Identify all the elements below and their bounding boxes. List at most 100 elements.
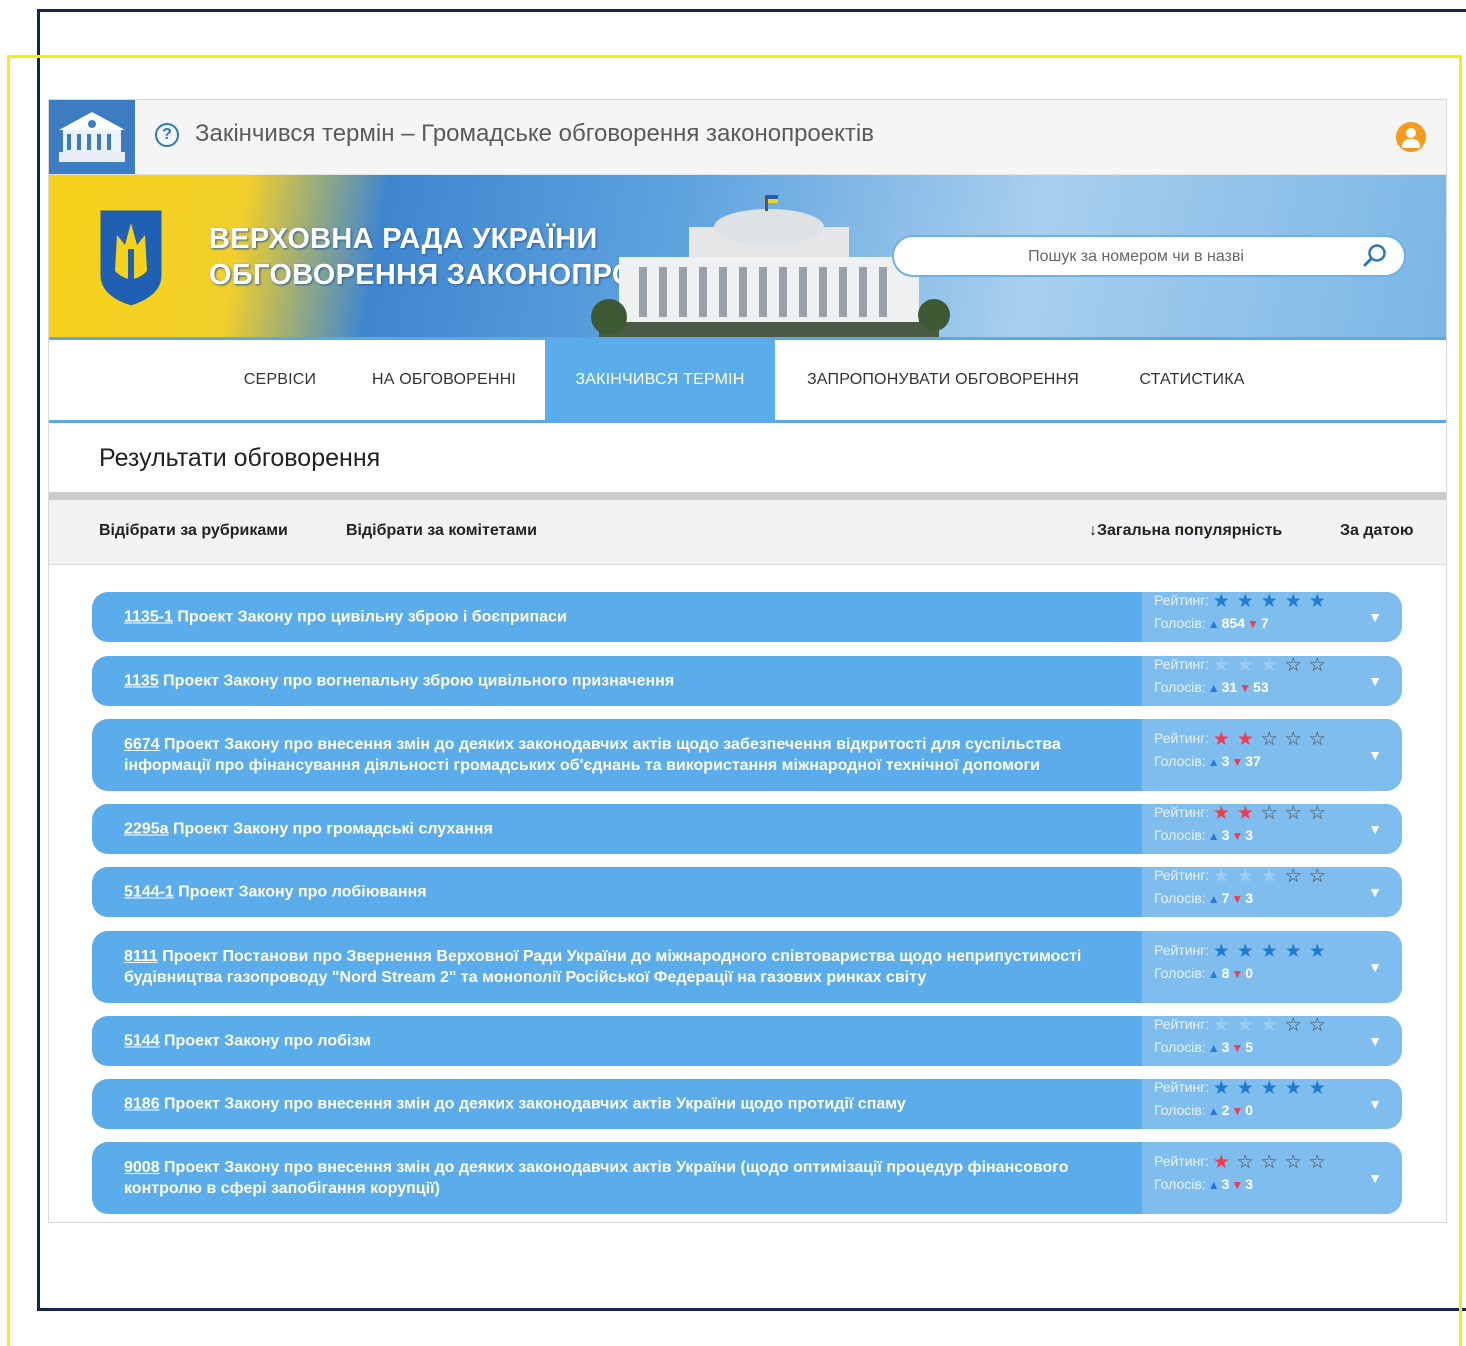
rating-star-icon[interactable]: ★ — [1209, 1016, 1233, 1035]
rating-star-icon[interactable]: ★ — [1209, 867, 1233, 886]
rating-star-icon[interactable]: ★ — [1209, 1153, 1233, 1172]
thumbs-down-icon[interactable]: ▼ — [1231, 1104, 1243, 1118]
expand-caret-icon[interactable]: ▼ — [1368, 747, 1382, 763]
rating-star-icon[interactable]: ★ — [1305, 592, 1329, 611]
bill-number-link[interactable]: 6674 — [124, 736, 160, 753]
bill-number-link[interactable]: 1135 — [124, 673, 159, 690]
thumbs-up-icon[interactable]: ▲ — [1208, 829, 1220, 843]
thumbs-up-icon[interactable]: ▲ — [1208, 1104, 1220, 1118]
rating-star-icon[interactable]: ☆ — [1257, 730, 1281, 749]
bill-number-link[interactable]: 8111 — [124, 948, 158, 965]
thumbs-up-icon[interactable]: ▲ — [1208, 681, 1220, 695]
bill-row[interactable]: 9008 Проект Закону про внесення змін до … — [92, 1142, 1402, 1214]
rating-star-icon[interactable]: ☆ — [1281, 804, 1305, 823]
expand-caret-icon[interactable]: ▼ — [1368, 1096, 1382, 1112]
rating-star-icon[interactable]: ☆ — [1257, 804, 1281, 823]
thumbs-up-icon[interactable]: ▲ — [1208, 892, 1220, 906]
rating-star-icon[interactable]: ★ — [1281, 592, 1305, 611]
thumbs-up-icon[interactable]: ▲ — [1208, 967, 1220, 981]
bill-number-link[interactable]: 1135-1 — [124, 609, 173, 626]
rating-star-icon[interactable]: ★ — [1233, 730, 1257, 749]
thumbs-down-icon[interactable]: ▼ — [1247, 617, 1259, 631]
expand-caret-icon[interactable]: ▼ — [1368, 959, 1382, 975]
rating-star-icon[interactable]: ☆ — [1281, 867, 1305, 886]
bill-row[interactable]: 8111 Проект Постанови про Звернення Верх… — [92, 931, 1402, 1003]
rating-star-icon[interactable]: ★ — [1305, 1079, 1329, 1098]
bill-row[interactable]: 6674 Проект Закону про внесення змін до … — [92, 719, 1402, 791]
rating-star-icon[interactable]: ★ — [1281, 1079, 1305, 1098]
bill-row[interactable]: 8186 Проект Закону про внесення змін до … — [92, 1079, 1402, 1129]
search-icon[interactable] — [1362, 243, 1388, 269]
rating-star-icon[interactable]: ☆ — [1305, 1153, 1329, 1172]
thumbs-down-icon[interactable]: ▼ — [1231, 755, 1243, 769]
search-input[interactable] — [924, 237, 1348, 277]
bill-row[interactable]: 5144-1 Проект Закону про лобіювання Рейти… — [92, 867, 1402, 917]
expand-caret-icon[interactable]: ▼ — [1368, 821, 1382, 837]
rating-star-icon[interactable]: ☆ — [1305, 867, 1329, 886]
expand-caret-icon[interactable]: ▼ — [1368, 673, 1382, 689]
thumbs-up-icon[interactable]: ▲ — [1208, 617, 1220, 631]
rating-star-icon[interactable]: ★ — [1209, 804, 1233, 823]
rating-star-icon[interactable]: ☆ — [1281, 1153, 1305, 1172]
rating-star-icon[interactable]: ☆ — [1281, 656, 1305, 675]
expand-caret-icon[interactable]: ▼ — [1368, 1170, 1382, 1186]
nav-item-propose-discussion[interactable]: ЗАПРОПОНУВАТИ ОБГОВОРЕННЯ — [795, 340, 1091, 420]
bill-number-link[interactable]: 5144 — [124, 1033, 160, 1050]
rating-star-icon[interactable]: ★ — [1257, 1079, 1281, 1098]
rating-star-icon[interactable]: ★ — [1209, 730, 1233, 749]
rating-star-icon[interactable]: ☆ — [1281, 730, 1305, 749]
rating-star-icon[interactable]: ☆ — [1305, 1016, 1329, 1035]
thumbs-down-icon[interactable]: ▼ — [1231, 1178, 1243, 1192]
rating-star-icon[interactable]: ★ — [1257, 942, 1281, 961]
thumbs-down-icon[interactable]: ▼ — [1231, 892, 1243, 906]
thumbs-down-icon[interactable]: ▼ — [1231, 1041, 1243, 1055]
rating-star-icon[interactable]: ★ — [1233, 942, 1257, 961]
sort-popularity-link[interactable]: ↓Загальна популярність — [1089, 522, 1282, 540]
bill-number-link[interactable]: 8186 — [124, 1096, 160, 1113]
rating-star-icon[interactable]: ★ — [1209, 592, 1233, 611]
bill-row[interactable]: 5144 Проект Закону про лобізм Рейтинг: ★ ★ ★… — [92, 1016, 1402, 1066]
nav-item-under-discussion[interactable]: НА ОБГОВОРЕННІ — [354, 340, 534, 420]
filter-by-committee-link[interactable]: Відібрати за комітетами — [346, 522, 537, 540]
bill-number-link[interactable]: 2295а — [124, 821, 169, 838]
rating-star-icon[interactable]: ★ — [1257, 1016, 1281, 1035]
thumbs-down-icon[interactable]: ▼ — [1231, 967, 1243, 981]
user-account-icon[interactable] — [1396, 122, 1426, 152]
bill-row[interactable]: 2295а Проект Закону про громадські слуха… — [92, 804, 1402, 854]
rating-star-icon[interactable]: ★ — [1233, 656, 1257, 675]
rating-star-icon[interactable]: ☆ — [1257, 1153, 1281, 1172]
rating-star-icon[interactable]: ★ — [1209, 1079, 1233, 1098]
rating-star-icon[interactable]: ★ — [1209, 656, 1233, 675]
rating-star-icon[interactable]: ☆ — [1305, 730, 1329, 749]
thumbs-down-icon[interactable]: ▼ — [1239, 681, 1251, 695]
nav-item-services[interactable]: СЕРВІСИ — [217, 340, 343, 420]
parliament-logo-icon[interactable] — [49, 100, 135, 174]
thumbs-down-icon[interactable]: ▼ — [1231, 829, 1243, 843]
rating-star-icon[interactable]: ★ — [1233, 867, 1257, 886]
expand-caret-icon[interactable]: ▼ — [1368, 884, 1382, 900]
bill-number-link[interactable]: 5144-1 — [124, 884, 174, 901]
bill-row[interactable]: 1135-1 Проект Закону про цивільну зброю … — [92, 592, 1402, 642]
rating-star-icon[interactable]: ★ — [1209, 942, 1233, 961]
rating-star-icon[interactable]: ☆ — [1305, 656, 1329, 675]
rating-star-icon[interactable]: ★ — [1233, 804, 1257, 823]
filter-by-category-link[interactable]: Відібрати за рубриками — [99, 522, 288, 540]
nav-item-expired[interactable]: ЗАКІНЧИВСЯ ТЕРМІН — [545, 340, 775, 420]
rating-star-icon[interactable]: ★ — [1281, 942, 1305, 961]
sort-date-link[interactable]: За датою — [1340, 522, 1413, 540]
expand-caret-icon[interactable]: ▼ — [1368, 1033, 1382, 1049]
rating-star-icon[interactable]: ★ — [1257, 592, 1281, 611]
rating-star-icon[interactable]: ☆ — [1281, 1016, 1305, 1035]
rating-star-icon[interactable]: ★ — [1257, 867, 1281, 886]
rating-star-icon[interactable]: ★ — [1233, 592, 1257, 611]
thumbs-up-icon[interactable]: ▲ — [1208, 1178, 1220, 1192]
rating-star-icon[interactable]: ★ — [1233, 1016, 1257, 1035]
rating-star-icon[interactable]: ☆ — [1233, 1153, 1257, 1172]
expand-caret-icon[interactable]: ▼ — [1368, 609, 1382, 625]
thumbs-up-icon[interactable]: ▲ — [1208, 1041, 1220, 1055]
rating-star-icon[interactable]: ★ — [1305, 942, 1329, 961]
help-icon[interactable]: ? — [155, 123, 179, 147]
nav-item-statistics[interactable]: СТАТИСТИКА — [1119, 340, 1265, 420]
rating-star-icon[interactable]: ★ — [1233, 1079, 1257, 1098]
bill-number-link[interactable]: 9008 — [124, 1159, 160, 1176]
